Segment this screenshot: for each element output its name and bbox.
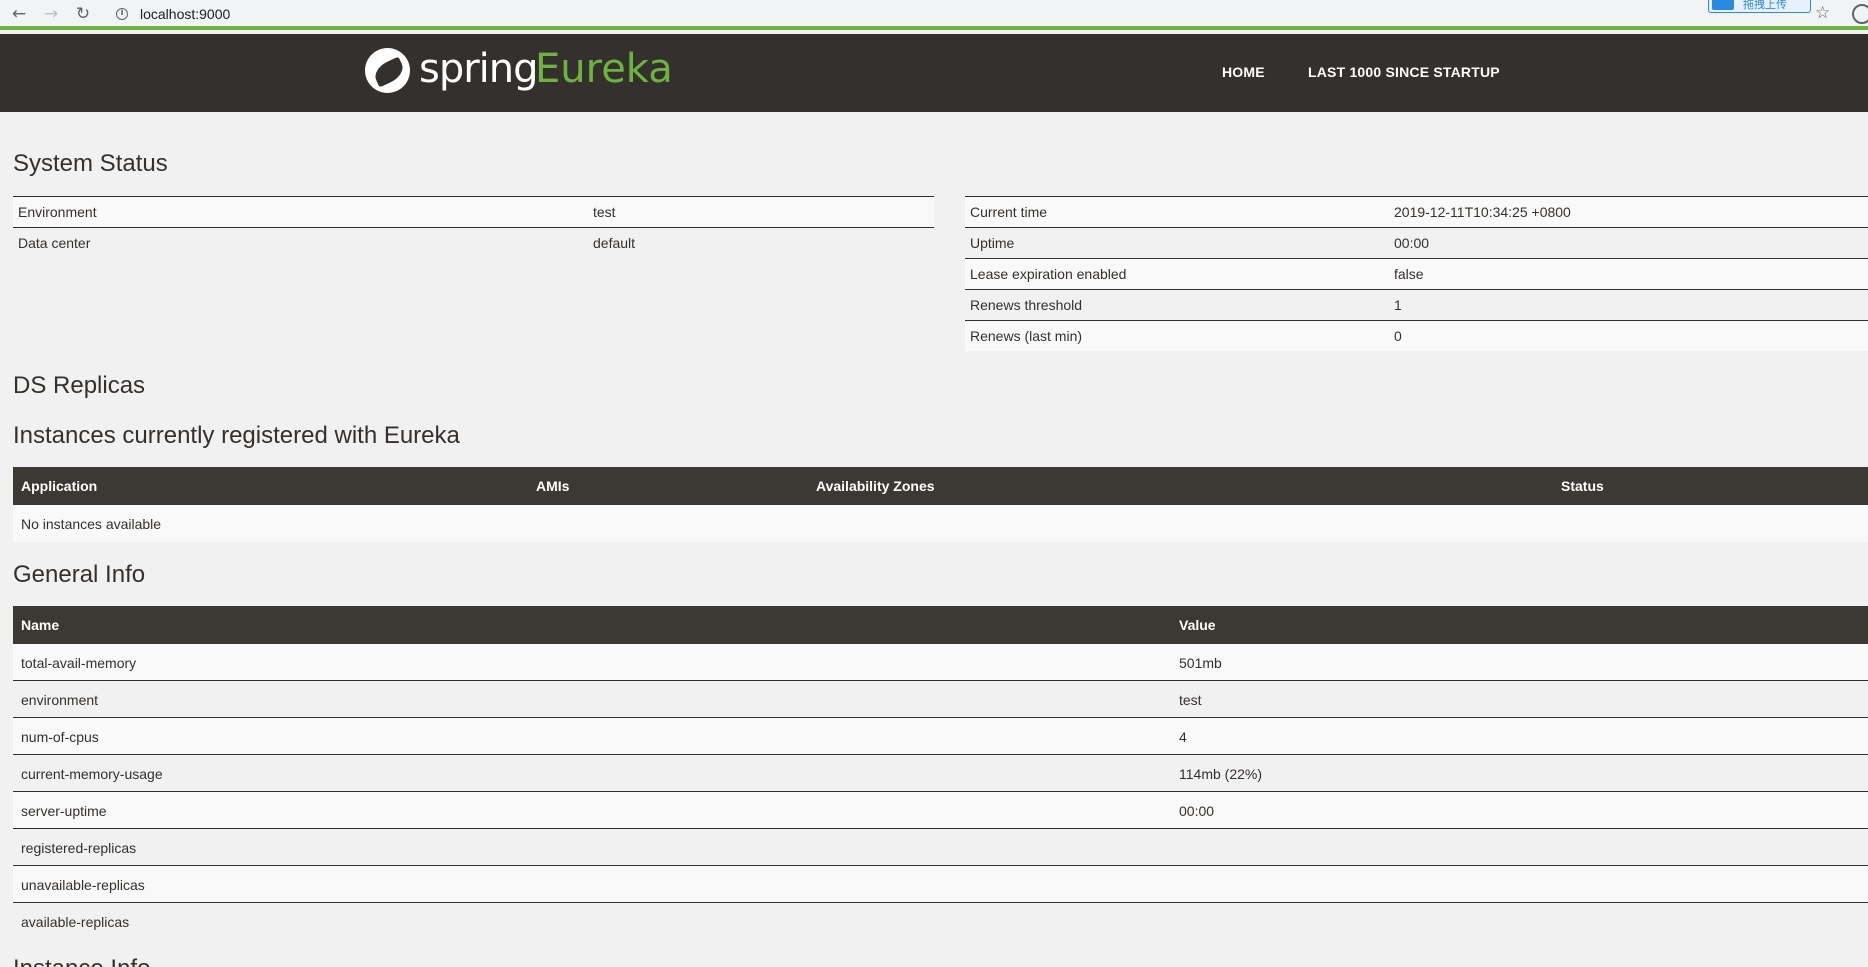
status-row-renews-last-min: Renews (last min) 0 (965, 320, 1868, 351)
status-label: Data center (18, 235, 91, 251)
column-name: Name (21, 617, 60, 633)
column-application: Application (21, 478, 98, 494)
status-row-uptime: Uptime 00:00 (965, 227, 1868, 258)
browser-toolbar: ← → ↻ i localhost:9000 拖拽上传 ☆ (0, 0, 1868, 30)
info-name: num-of-cpus (21, 729, 99, 745)
upload-extension-label: 拖拽上传 (1743, 0, 1787, 11)
spring-leaf-logo-icon[interactable] (365, 48, 410, 93)
table-row: registered-replicas (13, 829, 1868, 866)
info-name: environment (21, 692, 99, 708)
table-row: No instances available (13, 505, 1868, 542)
column-value: Value (1179, 617, 1216, 633)
url-text[interactable]: localhost:9000 (140, 6, 230, 22)
address-bar[interactable]: i localhost:9000 (106, 2, 1696, 26)
bookmark-star-icon[interactable]: ☆ (1815, 3, 1830, 23)
status-value: default (593, 235, 636, 251)
status-value: 0 (1394, 328, 1402, 344)
status-value: 1 (1394, 297, 1402, 313)
table-row: unavailable-replicas (13, 866, 1868, 903)
status-row-renews-threshold: Renews threshold 1 (965, 289, 1868, 320)
general-info-heading: General Info (13, 561, 146, 588)
table-row: num-of-cpus 4 (13, 718, 1868, 755)
info-name: current-memory-usage (21, 766, 163, 782)
status-value: false (1394, 266, 1424, 282)
status-label: Lease expiration enabled (970, 266, 1127, 282)
table-row: server-uptime 00:00 (13, 792, 1868, 829)
general-info-table-header: Name Value (13, 606, 1868, 644)
back-arrow-icon[interactable]: ← (8, 3, 30, 25)
instances-heading: Instances currently registered with Eure… (13, 422, 460, 449)
info-icon[interactable]: i (116, 8, 128, 20)
system-status-heading: System Status (13, 150, 168, 177)
status-value: 2019-12-11T10:34:25 +0800 (1394, 204, 1571, 220)
table-row: total-avail-memory 501mb (13, 644, 1868, 681)
status-value: 00:00 (1394, 235, 1430, 251)
info-value: test (1179, 692, 1202, 708)
reload-icon[interactable]: ↻ (72, 3, 94, 25)
info-value: 114mb (22%) (1179, 766, 1263, 782)
info-name: server-uptime (21, 803, 107, 819)
info-value: 00:00 (1179, 803, 1215, 819)
table-row: available-replicas (13, 903, 1868, 940)
instances-table-header: Application AMIs Availability Zones Stat… (13, 467, 1868, 505)
table-row: environment test (13, 681, 1868, 718)
info-name: registered-replicas (21, 840, 137, 856)
nav-home-link[interactable]: HOME (1222, 64, 1265, 80)
logo-eureka-text[interactable]: Eureka (535, 46, 673, 92)
status-row-lease-expiration: Lease expiration enabled false (965, 258, 1868, 289)
status-label: Environment (18, 204, 97, 220)
instance-info-heading: Instance Info (13, 955, 150, 967)
status-label: Renews threshold (970, 297, 1083, 313)
info-value: 501mb (1179, 655, 1222, 671)
cloud-icon (1712, 0, 1734, 10)
status-value: test (593, 204, 616, 220)
status-row-environment: Environment test (13, 196, 934, 227)
column-availability-zones: Availability Zones (816, 478, 935, 494)
nav-last-1000-link[interactable]: LAST 1000 SINCE STARTUP (1308, 64, 1500, 80)
ds-replicas-heading: DS Replicas (13, 372, 146, 399)
forward-arrow-icon[interactable]: → (40, 3, 62, 25)
status-label: Uptime (970, 235, 1015, 251)
status-label: Current time (970, 204, 1048, 220)
profile-icon[interactable] (1852, 4, 1868, 24)
info-value: 4 (1179, 729, 1187, 745)
status-row-data-center: Data center default (13, 227, 934, 258)
logo-spring-text[interactable]: spring (419, 46, 539, 92)
table-row: current-memory-usage 114mb (22%) (13, 755, 1868, 792)
info-name: available-replicas (21, 914, 130, 930)
column-status: Status (1561, 478, 1604, 494)
status-row-current-time: Current time 2019-12-11T10:34:25 +0800 (965, 196, 1868, 227)
status-label: Renews (last min) (970, 328, 1083, 344)
no-instances-text: No instances available (21, 516, 162, 532)
navbar: spring Eureka HOME LAST 1000 SINCE START… (0, 34, 1868, 112)
info-name: unavailable-replicas (21, 877, 145, 893)
column-amis: AMIs (536, 478, 570, 494)
info-name: total-avail-memory (21, 655, 137, 671)
upload-extension-button[interactable]: 拖拽上传 (1708, 0, 1811, 13)
